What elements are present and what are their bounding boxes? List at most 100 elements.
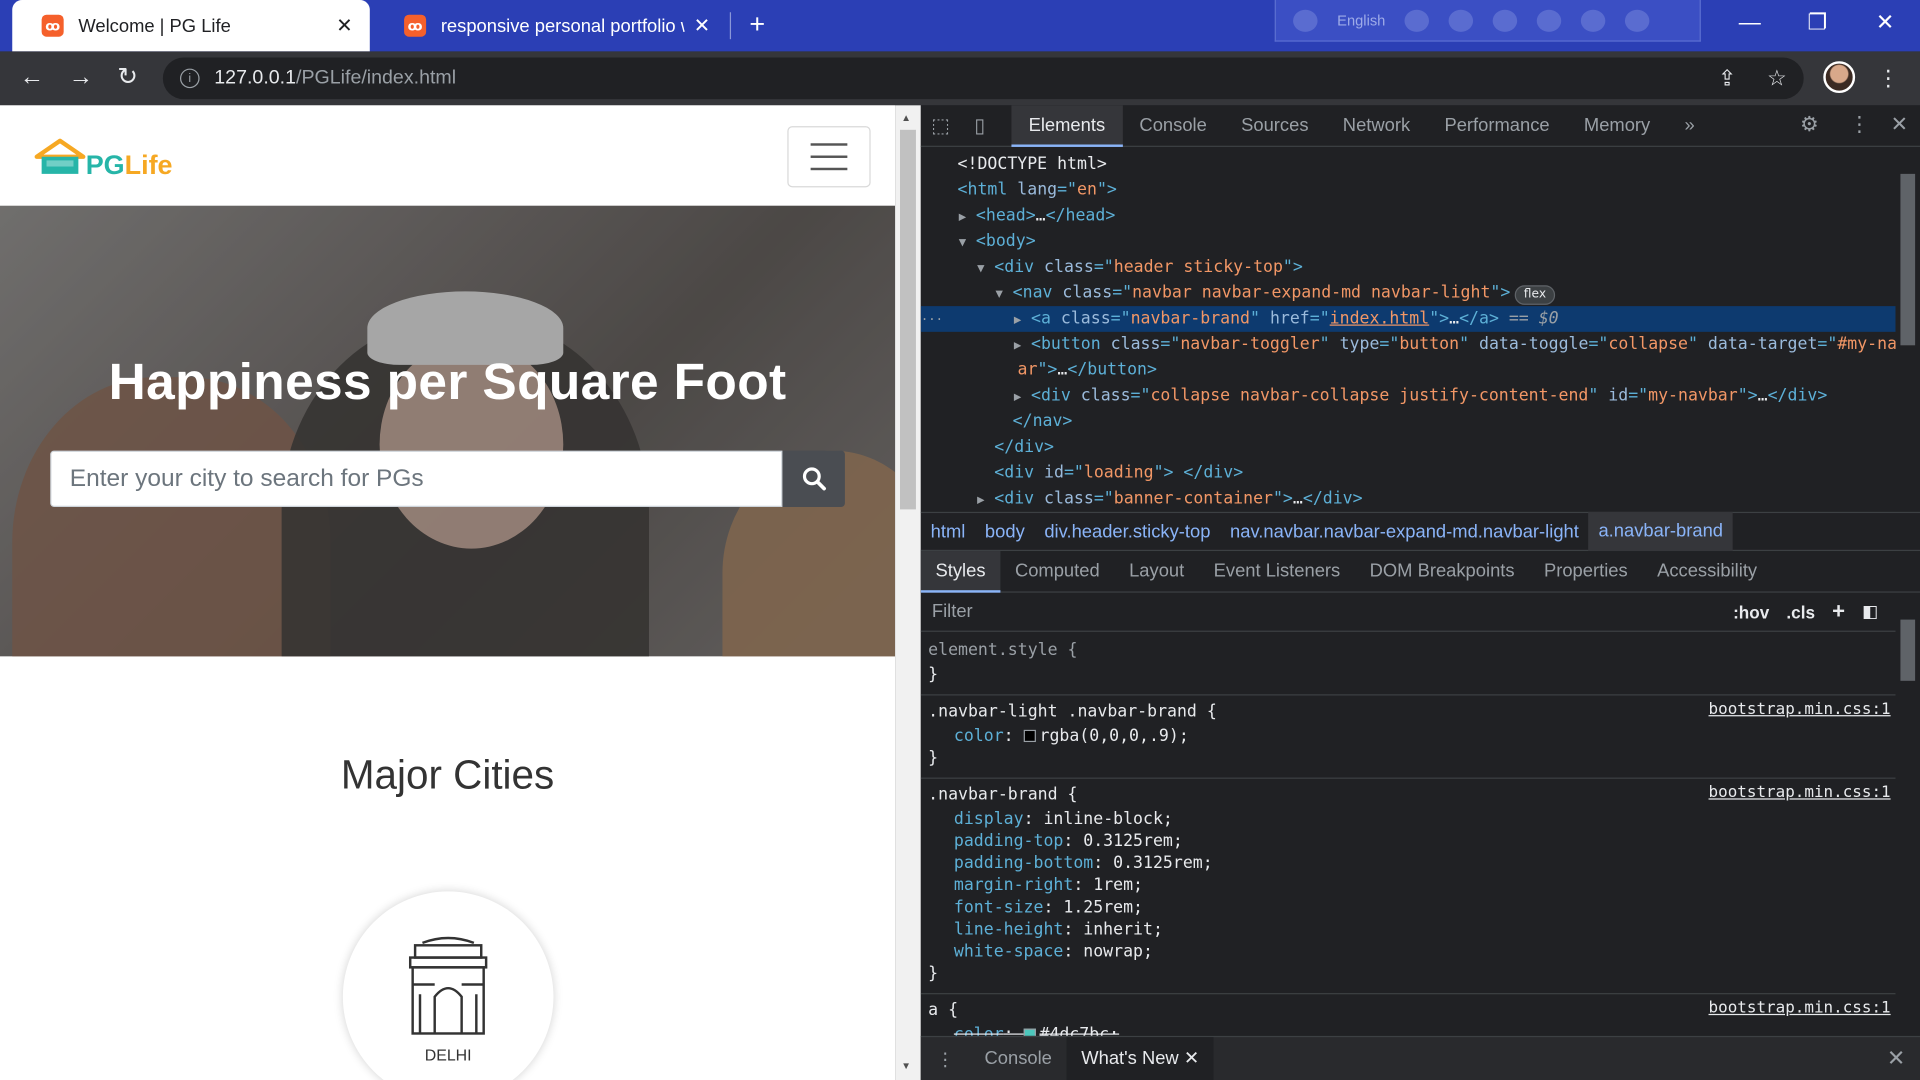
dom-node[interactable]: ▼ <body> [921,229,1896,255]
css-prop-name[interactable]: padding-bottom [954,853,1093,873]
tab-console[interactable]: Console [1122,105,1224,147]
more-tabs-button[interactable]: » [1667,105,1712,147]
bookmark-star-icon[interactable]: ☆ [1767,66,1787,92]
css-property[interactable]: font-size: 1.25rem; [954,896,1143,918]
dom-node-selected[interactable]: ··· ▶ <a class="navbar-brand" href="index.… [920,306,1896,333]
drawer-menu-icon[interactable]: ⋮ [921,1048,970,1070]
subtab-dom-breakpoints[interactable]: DOM Breakpoints [1355,550,1529,592]
cls-toggle[interactable]: .cls [1786,602,1815,622]
dom-tree-scrollbar[interactable] [1896,147,1920,512]
clock-icon[interactable] [1625,9,1650,32]
subtab-event-listeners[interactable]: Event Listeners [1199,550,1355,592]
inspect-element-icon[interactable]: ⬚ [921,113,960,137]
css-selector[interactable]: .navbar-brand { [928,784,1077,806]
css-prop-name[interactable]: color [954,1025,1004,1036]
css-prop-name[interactable]: font-size [954,898,1044,918]
language-toolbar[interactable]: English [1274,0,1701,42]
new-tab-icon[interactable]: + [749,9,765,39]
dom-node[interactable]: ▼ <div class="header sticky-top"> [921,255,1896,281]
drawer-tab-whats-new[interactable]: What's New ✕ [1066,1036,1214,1080]
dom-node[interactable]: ▶ <head>…</head> [921,203,1896,229]
tab-performance[interactable]: Performance [1427,105,1566,147]
subtab-computed[interactable]: Computed [1000,550,1114,592]
subtab-properties[interactable]: Properties [1529,550,1642,592]
css-property[interactable]: color: rgba(0,0,0,.9); [954,725,1189,747]
dom-node[interactable]: ▶ <div class="collapse navbar-collapse ju… [921,383,1896,409]
mic-icon[interactable] [1293,9,1318,32]
css-prop-name[interactable]: white-space [954,942,1063,962]
subtab-styles[interactable]: Styles [920,550,1001,593]
toggle-sidebar-icon[interactable]: ◧ [1862,601,1878,622]
reload-icon[interactable]: ↻ [118,64,139,91]
expand-arrow-icon[interactable]: ▶ [959,204,976,230]
css-selector[interactable]: .navbar-light .navbar-brand { [928,700,1217,722]
gear-icon[interactable]: ⚙ [1800,113,1819,137]
css-prop-value[interactable]: #4dc7bc; [1039,1025,1119,1036]
back-icon[interactable]: ← [20,64,44,91]
dom-node[interactable]: ▶ <button class="navbar-toggler" type="bu… [921,332,1896,358]
expand-arrow-icon[interactable]: ▶ [1014,384,1031,410]
styles-scrollbar[interactable] [1896,593,1920,1036]
dom-node[interactable]: <!DOCTYPE html> [921,152,1896,178]
css-prop-value[interactable]: rgba(0,0,0,.9); [1039,726,1188,746]
css-prop-name[interactable]: color [954,726,1004,746]
scroll-up-icon[interactable]: ▲ [901,113,911,124]
css-rule[interactable]: .navbar-brand { bootstrap.min.css:1 displa… [920,784,1896,995]
breadcrumb-item[interactable]: html [921,521,975,542]
css-property[interactable]: padding-bottom: 0.3125rem; [954,852,1213,874]
css-rule[interactable]: .navbar-light .navbar-brand {bootstrap.m… [920,700,1896,779]
css-prop-value[interactable]: 1.25rem; [1063,898,1143,918]
href-link[interactable]: index.html [1330,309,1430,329]
css-prop-value[interactable]: 0.3125rem; [1083,831,1183,851]
tab-portfolio[interactable]: ꝏ responsive personal portfolio we ✕ [375,0,728,51]
scroll-thumb[interactable] [1900,619,1916,681]
close-tab-icon[interactable]: ✕ [694,13,710,37]
css-property[interactable]: margin-right: 1rem; [954,874,1143,896]
css-property[interactable]: color: #4dc7bc; [954,1024,1119,1036]
css-prop-value[interactable]: inline-block; [1043,809,1172,829]
css-rule[interactable]: a {bootstrap.min.css:1 color: #4dc7bc; [921,999,1896,1036]
forward-icon[interactable]: → [69,64,93,91]
css-prop-name[interactable]: padding-top [954,831,1063,851]
language-label[interactable]: English [1337,12,1385,29]
device-toolbar-icon[interactable]: ▯ [960,113,999,137]
pglife-logo[interactable]: PG Life [34,137,173,179]
breadcrumb-item[interactable]: nav.navbar.navbar-expand-md.navbar-light [1220,521,1588,542]
tab-welcome[interactable]: ꝏ Welcome | PG Life ✕ [12,0,370,52]
dom-node[interactable]: <div id="loading"> </div> [921,460,1896,486]
css-property[interactable]: line-height: inherit; [954,918,1163,940]
new-rule-icon[interactable]: + [1832,599,1845,625]
css-source-link[interactable]: bootstrap.min.css:1 [1709,999,1891,1017]
color-swatch[interactable] [1023,1028,1036,1036]
css-prop-value[interactable]: 1rem; [1093,876,1143,896]
dom-node[interactable]: <html lang="en"> [921,178,1896,204]
css-prop-value[interactable]: inherit; [1083,920,1163,940]
styles-pane[interactable]: element.style {} .navbar-light .navbar-br… [920,632,1896,1036]
page-scrollbar[interactable]: ▲ ▼ [895,105,921,1080]
color-swatch[interactable] [1023,729,1036,743]
city-card-delhi[interactable]: DELHI [342,891,554,1080]
subtab-layout[interactable]: Layout [1114,550,1199,592]
expand-arrow-icon[interactable]: ▶ [1014,307,1031,333]
menu-kebab-icon[interactable]: ⋮ [1877,66,1899,92]
css-source-link[interactable]: bootstrap.min.css:1 [1709,784,1891,802]
collapse-arrow-icon[interactable]: ▼ [959,230,976,256]
css-prop-name[interactable]: line-height [954,920,1063,940]
expand-arrow-icon[interactable]: ▶ [1014,333,1031,359]
collapse-arrow-icon[interactable]: ▼ [977,256,994,282]
close-tab-icon[interactable]: ✕ [336,13,352,37]
brush-icon[interactable] [1449,9,1474,32]
collapse-arrow-icon[interactable]: ▼ [996,282,1013,308]
css-prop-name[interactable]: margin-right [954,876,1073,896]
breadcrumb-item[interactable]: div.header.sticky-top [1035,521,1221,542]
address-bar[interactable]: i 127.0.0.1/PGLife/index.html [162,57,1804,100]
scroll-thumb[interactable] [1900,173,1916,346]
dom-node[interactable]: ▼ <nav class="navbar navbar-expand-md nav… [921,280,1896,306]
tab-network[interactable]: Network [1326,105,1428,147]
close-drawer-icon[interactable]: ✕ [1887,1046,1905,1072]
scroll-thumb[interactable] [900,129,916,510]
breadcrumb-item-current[interactable]: a.navbar-brand [1588,511,1733,552]
browser-icon[interactable] [1537,9,1562,32]
hov-toggle[interactable]: :hov [1733,602,1769,622]
css-prop-name[interactable]: display [954,809,1024,829]
